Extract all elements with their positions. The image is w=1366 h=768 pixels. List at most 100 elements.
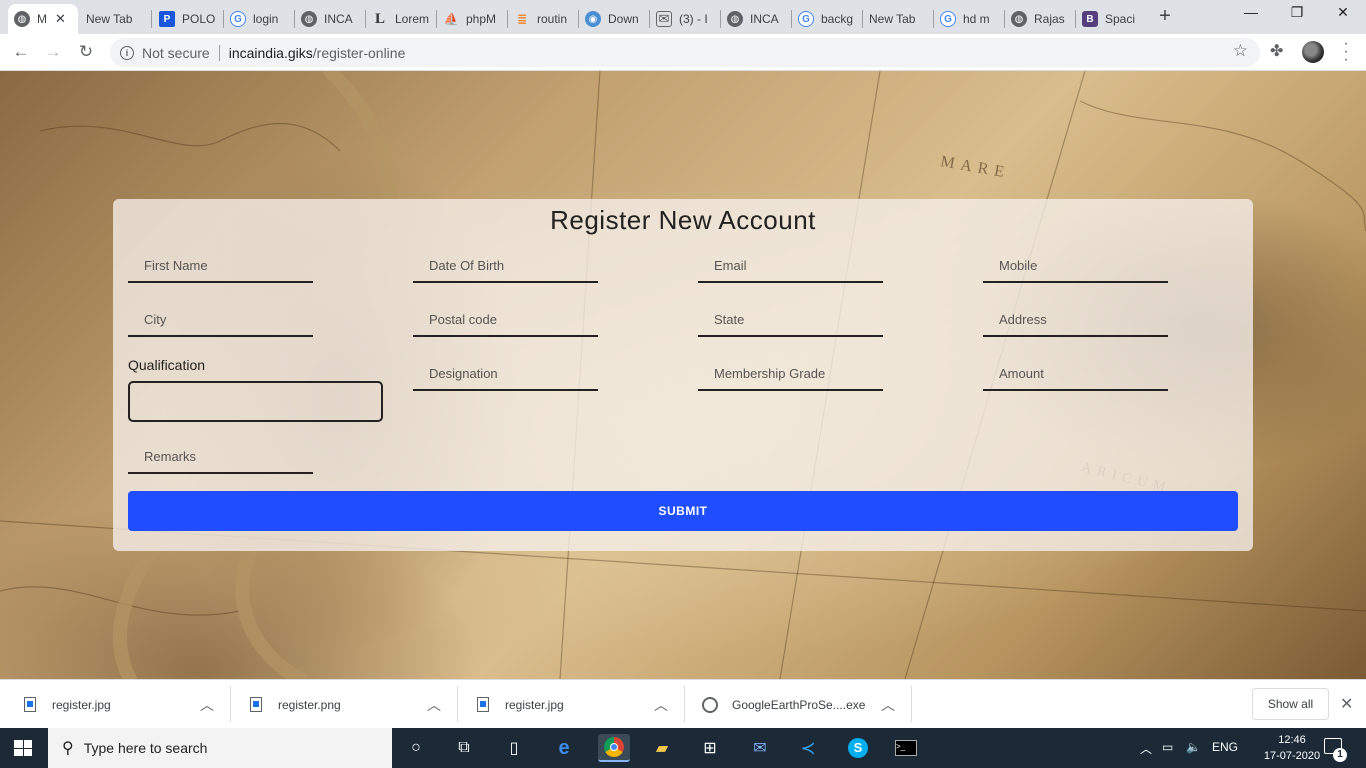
designation-input[interactable] [413, 357, 598, 389]
tab-title: Rajas [1034, 12, 1065, 26]
tab-phpmyadmin[interactable]: ⛵ phpM [437, 4, 507, 34]
url-host[interactable]: incaindia.giks [229, 45, 313, 61]
mail-app-icon[interactable]: ✉ [746, 734, 774, 762]
windows-start-icon[interactable] [14, 740, 32, 756]
extensions-icon[interactable]: ✤ [1270, 41, 1283, 61]
security-label[interactable]: Not secure [142, 45, 210, 61]
browser-menu-icon[interactable]: · · · [1340, 36, 1352, 68]
tab-title: Down [608, 12, 639, 26]
task-view-icon[interactable]: ⧉ [450, 734, 478, 762]
download-item[interactable]: register.jpg [24, 680, 111, 729]
tab-login[interactable]: G login [224, 4, 294, 34]
tab-inca[interactable]: ◍ INCA [295, 4, 365, 34]
close-icon[interactable]: ✕ [1340, 694, 1353, 714]
minimize-button[interactable]: — [1231, 4, 1271, 20]
p-logo-icon: P [159, 11, 175, 27]
globe-icon: ◍ [14, 11, 30, 27]
tab-title: New Tab [869, 12, 916, 26]
tab-new-tab[interactable]: New Tab [80, 4, 150, 34]
tab-spacing[interactable]: B Spaci [1076, 4, 1144, 34]
forward-button[interactable]: → [42, 41, 64, 63]
address-bar[interactable]: i Not secure incaindia.giks/register-onl… [110, 38, 1260, 67]
terminal-icon[interactable]: >_ [892, 734, 920, 762]
address-field [983, 303, 1168, 337]
bookmark-star-icon[interactable]: ☆ [1233, 41, 1248, 61]
url-path[interactable]: /register-online [313, 45, 406, 61]
download-item[interactable]: register.png [250, 680, 341, 729]
chrome-icon[interactable] [598, 734, 630, 762]
chevron-up-icon[interactable]: ︿ [200, 695, 214, 715]
file-icon[interactable]: ▯ [500, 734, 528, 762]
vscode-icon[interactable]: ≺ [794, 734, 822, 762]
profile-avatar[interactable] [1302, 41, 1324, 63]
tab-polo[interactable]: P POLO [153, 4, 223, 34]
phpmyadmin-icon: ⛵ [443, 12, 459, 26]
windows-taskbar: ⚲ Type here to search ○ ⧉ ▯ e ▰ ⊞ ✉ ≺ S … [0, 728, 1366, 768]
amount-input[interactable] [983, 357, 1168, 389]
cortana-icon[interactable]: ○ [402, 734, 430, 762]
reload-button[interactable]: ↻ [75, 41, 97, 63]
maximize-button[interactable]: ❐ [1277, 4, 1317, 21]
skype-icon[interactable]: S [844, 734, 872, 762]
email-input[interactable] [698, 249, 883, 281]
tab-title: login [253, 12, 279, 26]
first-name-input[interactable] [128, 249, 313, 281]
tab-title: Spaci [1105, 12, 1136, 26]
tab-inbox[interactable]: ✉ (3) - I [650, 4, 720, 34]
mobile-input[interactable] [983, 249, 1168, 281]
show-all-button[interactable]: Show all [1252, 688, 1329, 720]
info-icon[interactable]: i [120, 45, 134, 60]
city-input[interactable] [128, 303, 313, 335]
taskbar-clock[interactable]: 12:46 17-07-2020 [1262, 732, 1322, 764]
membership-grade-input[interactable] [698, 357, 883, 389]
postal-code-input[interactable] [413, 303, 598, 335]
volume-icon[interactable]: 🔈 [1186, 740, 1201, 754]
tab-new-tab-2[interactable]: New Tab [863, 4, 933, 34]
submit-button[interactable]: SUBMIT [128, 491, 1238, 531]
tab-hd-map[interactable]: G hd m [934, 4, 1004, 34]
tab-download[interactable]: ◉ Down [579, 4, 649, 34]
new-tab-button[interactable]: + [1155, 5, 1175, 28]
clock-date: 17-07-2020 [1263, 750, 1321, 762]
form-title: Register New Account [550, 205, 816, 235]
chevron-up-icon[interactable]: ︿ [654, 695, 668, 715]
globe-icon: ◍ [727, 11, 743, 27]
designation-field [413, 357, 598, 391]
close-window-button[interactable]: ✕ [1323, 4, 1363, 21]
tray-chevron-icon[interactable]: ︿ [1140, 740, 1152, 757]
tab-inca-2[interactable]: ◍ INCA [721, 4, 791, 34]
dob-input[interactable] [413, 249, 598, 281]
tab-title: backg [821, 12, 854, 26]
tab-rajasthan[interactable]: ◍ Rajas [1005, 4, 1075, 34]
tab-active[interactable]: ◍ M ✕ [8, 4, 78, 34]
qualification-select[interactable] [128, 381, 383, 422]
download-filename: register.png [278, 697, 341, 712]
tab-title: phpM [466, 12, 497, 26]
download-divider [684, 686, 685, 722]
tab-lorem[interactable]: L Lorem [366, 4, 436, 34]
tab-title: (3) - I [679, 12, 708, 26]
download-item[interactable]: register.jpg [477, 680, 564, 729]
tab-routing[interactable]: ≣ routin [508, 4, 578, 34]
chevron-up-icon[interactable]: ︿ [427, 695, 441, 715]
remarks-input[interactable] [128, 440, 313, 472]
l-logo-icon: L [374, 10, 385, 27]
close-tab-icon[interactable]: ✕ [55, 11, 66, 27]
download-item[interactable]: GoogleEarthProSe....exe [702, 680, 865, 729]
taskbar-search[interactable]: ⚲ Type here to search [48, 728, 392, 768]
store-icon[interactable]: ⊞ [696, 734, 724, 762]
tab-title: INCA [324, 12, 353, 26]
browser-toolbar: ← → ↻ i Not secure incaindia.giks/regist… [0, 34, 1366, 71]
back-button[interactable]: ← [10, 41, 32, 63]
address-input[interactable] [983, 303, 1168, 335]
city-field [128, 303, 313, 337]
chevron-up-icon[interactable]: ︿ [881, 695, 895, 715]
email-field [698, 249, 883, 283]
tab-background[interactable]: G backg [792, 4, 862, 34]
file-explorer-icon[interactable]: ▰ [648, 734, 676, 762]
language-indicator[interactable]: ENG [1212, 740, 1238, 754]
state-field [698, 303, 883, 337]
network-icon[interactable]: ▭ [1162, 740, 1173, 754]
edge-icon[interactable]: e [550, 734, 578, 762]
state-input[interactable] [698, 303, 883, 335]
